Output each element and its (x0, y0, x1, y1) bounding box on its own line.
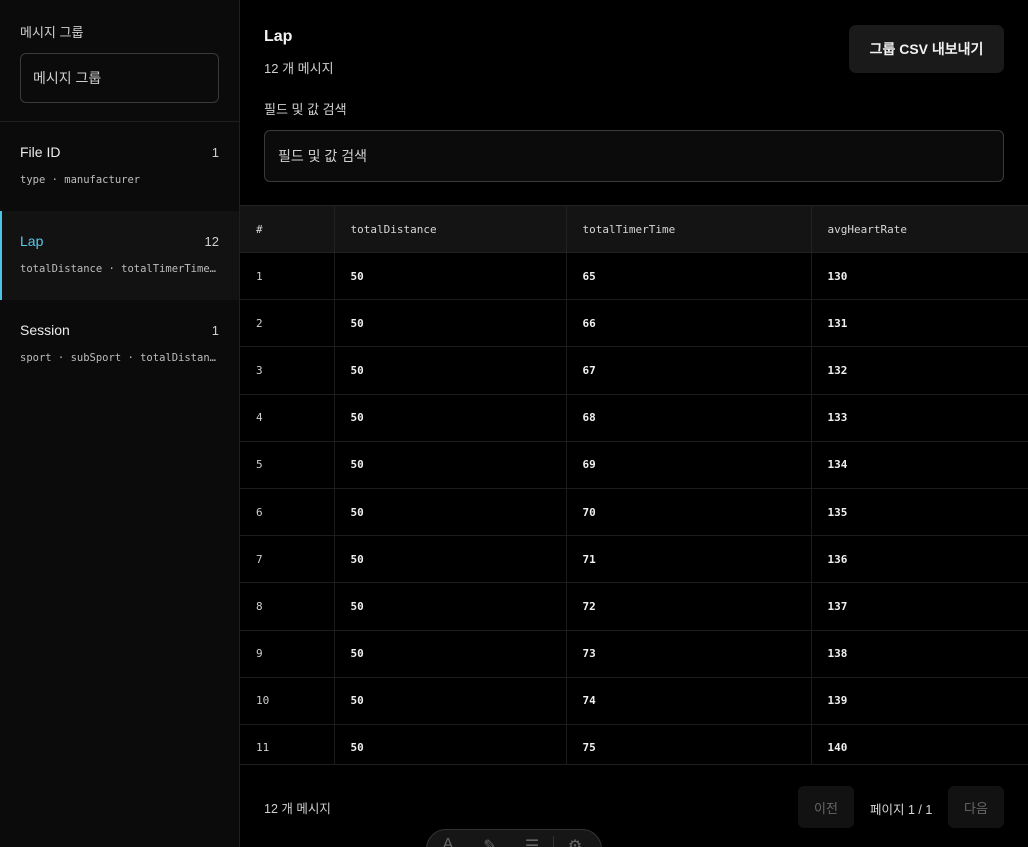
table-row[interactable]: 5 50 69 134 (240, 441, 1028, 489)
row-index: 10 (240, 677, 334, 725)
pen-icon[interactable]: ✎ (469, 836, 511, 847)
column-header[interactable]: # (240, 205, 334, 253)
cell-total-distance: 50 (333, 724, 566, 764)
menu-icon[interactable]: ☰ (511, 836, 553, 847)
cell-total-timer-time: 69 (565, 441, 811, 489)
cell-total-distance: 50 (333, 252, 566, 301)
next-page-button[interactable]: 다음 (948, 786, 1004, 828)
table-header-row: # totalDistance totalTimerTime avgHeartR… (240, 205, 1028, 253)
export-csv-button[interactable]: 그룹 CSV 내보내기 (849, 25, 1004, 73)
cell-total-timer-time: 72 (565, 582, 811, 631)
cell-avg-heart-rate: 134 (810, 441, 1028, 489)
data-table-container[interactable]: # totalDistance totalTimerTime avgHeartR… (240, 205, 1028, 764)
cell-total-timer-time: 70 (565, 488, 811, 537)
column-header[interactable]: avgHeartRate (810, 205, 1028, 253)
sidebar-filter: 메시지 그룹 (0, 0, 239, 122)
group-count: 1 (211, 144, 219, 160)
cell-avg-heart-rate: 130 (810, 252, 1028, 301)
font-icon[interactable]: A (427, 836, 469, 847)
app: 메시지 그룹 File ID 1 type · manufacturer Lap… (0, 0, 1028, 847)
group-name: Lap (20, 233, 44, 249)
row-index: 8 (240, 582, 334, 631)
group-count: 12 (204, 233, 219, 249)
sidebar-item-session[interactable]: Session 1 sport · subSport · totalDistan… (0, 300, 239, 389)
table-row[interactable]: 4 50 68 133 (240, 394, 1028, 442)
pagination-footer: 12 개 메시지 이전 페이지 1 / 1 다음 (240, 764, 1028, 847)
table-row[interactable]: 2 50 66 131 (240, 299, 1028, 348)
cell-avg-heart-rate: 132 (810, 346, 1028, 395)
cell-avg-heart-rate: 140 (810, 724, 1028, 764)
cell-total-distance: 50 (333, 677, 566, 725)
group-fields: totalDistance · totalTimerTime · avgHear… (20, 263, 217, 275)
main-panel: Lap 12 개 메시지 그룹 CSV 내보내기 필드 및 값 검색 # tot… (240, 0, 1028, 847)
cell-total-timer-time: 66 (565, 299, 811, 348)
cell-total-timer-time: 65 (565, 252, 811, 301)
cell-total-timer-time: 73 (565, 630, 811, 678)
table-row[interactable]: 10 50 74 139 (240, 677, 1028, 725)
cell-total-distance: 50 (333, 394, 566, 442)
row-index: 4 (240, 394, 334, 442)
cell-total-distance: 50 (333, 535, 566, 584)
table-row[interactable]: 8 50 72 137 (240, 582, 1028, 631)
sidebar-item-lap[interactable]: Lap 12 totalDistance · totalTimerTime · … (0, 211, 239, 300)
sidebar: 메시지 그룹 File ID 1 type · manufacturer Lap… (0, 0, 240, 847)
search-input[interactable] (264, 130, 1004, 182)
cell-total-timer-time: 68 (565, 394, 811, 442)
cell-total-timer-time: 75 (565, 724, 811, 764)
cell-avg-heart-rate: 133 (810, 394, 1028, 442)
group-filter-input[interactable] (20, 53, 219, 103)
table-row[interactable]: 3 50 67 132 (240, 346, 1028, 395)
floating-toolbar: A ✎ ☰ ⚙ (426, 829, 602, 847)
footer-message-count: 12 개 메시지 (264, 802, 331, 816)
cell-avg-heart-rate: 137 (810, 582, 1028, 631)
column-header[interactable]: totalDistance (333, 205, 566, 253)
sidebar-item-file-id[interactable]: File ID 1 type · manufacturer (0, 122, 239, 211)
row-index: 9 (240, 630, 334, 678)
table-row[interactable]: 7 50 71 136 (240, 535, 1028, 584)
gear-icon[interactable]: ⚙ (554, 836, 596, 847)
cell-total-timer-time: 74 (565, 677, 811, 725)
group-name: File ID (20, 144, 61, 160)
group-name: Session (20, 322, 70, 338)
column-header[interactable]: totalTimerTime (565, 205, 811, 253)
cell-avg-heart-rate: 138 (810, 630, 1028, 678)
cell-total-timer-time: 71 (565, 535, 811, 584)
table-row[interactable]: 1 50 65 130 (240, 252, 1028, 301)
row-index: 1 (240, 252, 334, 301)
row-index: 6 (240, 488, 334, 537)
row-index: 2 (240, 299, 334, 348)
cell-avg-heart-rate: 131 (810, 299, 1028, 348)
group-fields: type · manufacturer (20, 174, 141, 186)
table-row[interactable]: 9 50 73 138 (240, 630, 1028, 678)
data-table: # totalDistance totalTimerTime avgHeartR… (240, 205, 1028, 764)
row-index: 3 (240, 346, 334, 395)
row-index: 5 (240, 441, 334, 489)
page-indicator: 페이지 1 / 1 (870, 803, 933, 817)
group-count: 1 (211, 322, 219, 338)
table-row[interactable]: 11 50 75 140 (240, 724, 1028, 764)
row-index: 11 (240, 724, 334, 764)
table-row[interactable]: 6 50 70 135 (240, 488, 1028, 537)
cell-avg-heart-rate: 139 (810, 677, 1028, 725)
group-fields: sport · subSport · totalDistance · total… (20, 352, 217, 364)
cell-total-distance: 50 (333, 299, 566, 348)
cell-total-distance: 50 (333, 441, 566, 489)
row-index: 7 (240, 535, 334, 584)
panel-header: Lap 12 개 메시지 그룹 CSV 내보내기 필드 및 값 검색 (240, 0, 1028, 205)
cell-total-distance: 50 (333, 346, 566, 395)
cell-total-distance: 50 (333, 630, 566, 678)
cell-total-timer-time: 67 (565, 346, 811, 395)
cell-avg-heart-rate: 135 (810, 488, 1028, 537)
cell-total-distance: 50 (333, 488, 566, 537)
group-filter-label: 메시지 그룹 (20, 25, 84, 40)
search-label: 필드 및 값 검색 (264, 102, 347, 117)
prev-page-button[interactable]: 이전 (798, 786, 854, 828)
cell-avg-heart-rate: 136 (810, 535, 1028, 584)
cell-total-distance: 50 (333, 582, 566, 631)
